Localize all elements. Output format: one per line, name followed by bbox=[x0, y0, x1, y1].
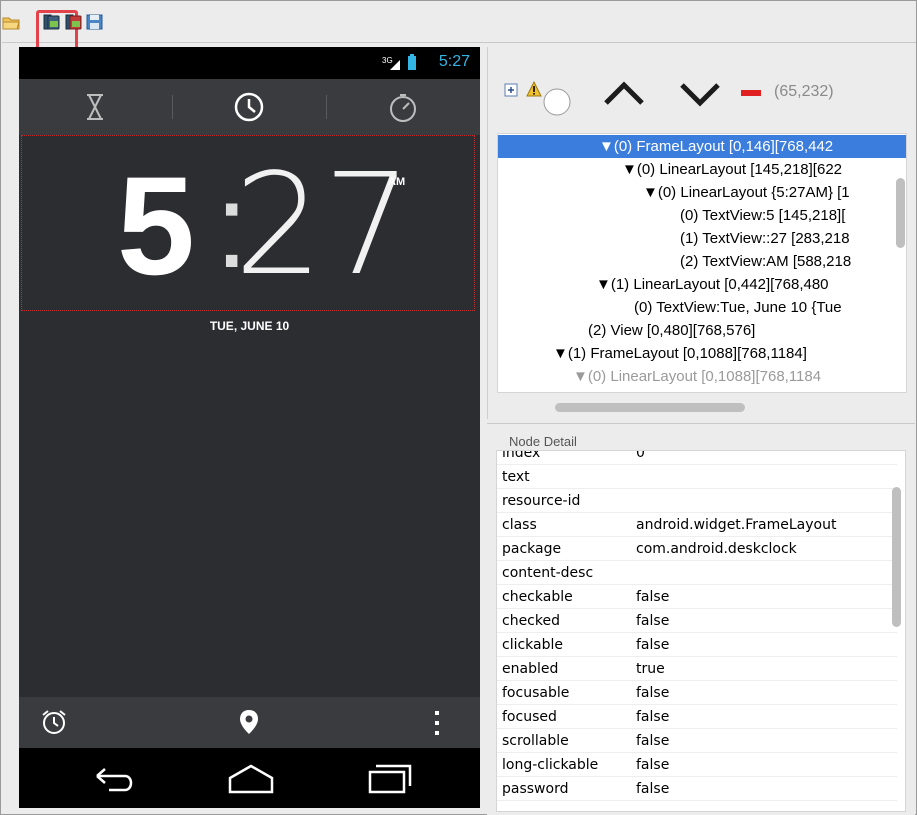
device-screenshot-icon[interactable] bbox=[43, 14, 61, 30]
detail-value: false bbox=[636, 709, 670, 725]
detail-key: long-clickable bbox=[502, 757, 599, 773]
signal-battery-icon: 3G bbox=[382, 54, 416, 70]
detail-key: enabled bbox=[502, 661, 559, 677]
detail-row[interactable]: password false bbox=[497, 777, 897, 801]
status-network-label: 3G bbox=[382, 56, 393, 65]
save-icon[interactable] bbox=[86, 14, 104, 30]
tree-row[interactable]: ▼(1) LinearLayout [0,442][768,480 bbox=[498, 273, 906, 296]
clock-bottom-bar bbox=[19, 697, 480, 748]
detail-key: package bbox=[502, 541, 562, 557]
tree-row[interactable]: (2) TextView:AM [588,218 bbox=[498, 250, 906, 273]
home-icon[interactable] bbox=[224, 762, 278, 796]
detail-key: resource-id bbox=[502, 493, 581, 509]
detail-value: false bbox=[636, 613, 670, 629]
tree-row[interactable]: (0) TextView:5 [145,218][ bbox=[498, 204, 906, 227]
clock-icon[interactable] bbox=[229, 87, 269, 127]
toolbar bbox=[2, 2, 916, 50]
clock-minutes: 27 bbox=[234, 144, 413, 307]
detail-value: 0 bbox=[636, 450, 645, 461]
detail-row[interactable]: text bbox=[497, 465, 897, 489]
tree-row[interactable]: (2) View [0,480][768,576] bbox=[498, 319, 906, 342]
detail-value: false bbox=[636, 733, 670, 749]
detail-row[interactable]: focused false bbox=[497, 705, 897, 729]
node-detail-title: Node Detail bbox=[509, 434, 577, 449]
timer-icon[interactable] bbox=[75, 87, 115, 127]
alarm-icon[interactable] bbox=[39, 707, 69, 737]
detail-row[interactable]: checkable false bbox=[497, 585, 897, 609]
expand-all-icon[interactable] bbox=[504, 83, 518, 97]
clock-hour: 5 bbox=[117, 147, 195, 304]
status-bar: 3G 5:27 bbox=[19, 47, 480, 79]
detail-value: false bbox=[636, 757, 670, 773]
detail-value: true bbox=[636, 661, 665, 677]
tree-horizontal-scrollbar[interactable] bbox=[555, 403, 745, 412]
clock-tabs bbox=[19, 79, 480, 135]
detail-key: focusable bbox=[502, 685, 570, 701]
tab-divider bbox=[172, 95, 173, 119]
detail-row[interactable]: index 0 bbox=[497, 450, 897, 465]
detail-value: false bbox=[636, 781, 670, 797]
status-time: 5:27 bbox=[438, 53, 470, 70]
uiautomatorviewer-window: 3G 5:27 5 : 27 AM TUE, JUNE 10 (65,232) … bbox=[0, 0, 917, 815]
back-icon[interactable] bbox=[89, 762, 139, 796]
tree-row[interactable]: (1) TextView::27 [283,218 bbox=[498, 227, 906, 250]
tree-row[interactable]: ▼(0) FrameLayout [0,146][768,442 bbox=[498, 135, 906, 158]
detail-key: clickable bbox=[502, 637, 564, 653]
tree-row[interactable]: ▼(1) FrameLayout [0,1088][768,1184] bbox=[498, 342, 906, 365]
chevron-up-icon[interactable] bbox=[600, 79, 648, 107]
detail-row[interactable]: enabled true bbox=[497, 657, 897, 681]
tree-vertical-scrollbar[interactable] bbox=[896, 178, 905, 248]
detail-key: checked bbox=[502, 613, 560, 629]
layout-hierarchy-panel: (65,232) ▼(0) FrameLayout [0,146][768,44… bbox=[487, 47, 916, 419]
detail-value: android.widget.FrameLayout bbox=[636, 517, 837, 533]
tree-row[interactable]: (0) TextView:Tue, June 10 {Tue bbox=[498, 296, 906, 319]
navigation-bar bbox=[19, 748, 480, 808]
detail-row[interactable]: class android.widget.FrameLayout bbox=[497, 513, 897, 537]
clock-date: TUE, JUNE 10 bbox=[209, 319, 290, 333]
detail-row[interactable]: clickable false bbox=[497, 633, 897, 657]
selected-node-bounds: 5 : 27 AM bbox=[21, 135, 475, 311]
detail-key: text bbox=[502, 469, 530, 485]
detail-row[interactable]: resource-id bbox=[497, 489, 897, 513]
clock-ampm: AM bbox=[388, 176, 406, 188]
detail-row[interactable]: long-clickable false bbox=[497, 753, 897, 777]
circle-toggle-icon[interactable] bbox=[542, 87, 572, 117]
detail-key: password bbox=[502, 781, 569, 797]
detail-key: checkable bbox=[502, 589, 573, 605]
detail-row[interactable]: package com.android.deskclock bbox=[497, 537, 897, 561]
recents-icon[interactable] bbox=[362, 762, 416, 796]
overflow-menu-icon[interactable] bbox=[429, 709, 445, 737]
tab-divider bbox=[326, 95, 327, 119]
open-folder-icon[interactable] bbox=[2, 14, 20, 30]
detail-value: false bbox=[636, 685, 670, 701]
detail-key: class bbox=[502, 517, 537, 533]
minus-icon[interactable] bbox=[741, 89, 761, 97]
device-screenshot-compressed-icon[interactable] bbox=[65, 14, 83, 30]
detail-vertical-scrollbar[interactable] bbox=[892, 487, 901, 627]
detail-key: scrollable bbox=[502, 733, 569, 749]
detail-row[interactable]: content-desc bbox=[497, 561, 897, 585]
pointer-coordinates: (65,232) bbox=[774, 83, 834, 100]
warning-icon[interactable] bbox=[526, 81, 542, 97]
stopwatch-icon[interactable] bbox=[383, 87, 423, 127]
node-detail-panel: Node Detail index 0 text resource-id clas… bbox=[487, 423, 915, 815]
detail-value: false bbox=[636, 637, 670, 653]
detail-row[interactable]: checked false bbox=[497, 609, 897, 633]
chevron-down-icon[interactable] bbox=[676, 79, 724, 107]
tree-row[interactable]: ▼(0) LinearLayout [145,218][622 bbox=[498, 158, 906, 181]
location-pin-icon[interactable] bbox=[234, 707, 264, 737]
detail-key: index bbox=[502, 450, 541, 461]
node-detail-table[interactable]: index 0 text resource-id class android.wid… bbox=[496, 450, 906, 812]
detail-key: content-desc bbox=[502, 565, 594, 581]
detail-row[interactable]: focusable false bbox=[497, 681, 897, 705]
hierarchy-toolbar: (65,232) bbox=[488, 47, 916, 133]
hierarchy-tree[interactable]: ▼(0) FrameLayout [0,146][768,442 ▼(0) Li… bbox=[497, 133, 907, 393]
detail-row[interactable]: scrollable false bbox=[497, 729, 897, 753]
tree-row[interactable]: ▼(0) LinearLayout {5:27AM} [1 bbox=[498, 181, 906, 204]
detail-key: focused bbox=[502, 709, 557, 725]
device-screenshot[interactable]: 3G 5:27 5 : 27 AM TUE, JUNE 10 bbox=[19, 47, 480, 808]
tree-row[interactable]: ▼(0) LinearLayout [0,1088][768,1184 bbox=[498, 365, 906, 388]
detail-value: com.android.deskclock bbox=[636, 541, 797, 557]
detail-value: false bbox=[636, 589, 670, 605]
